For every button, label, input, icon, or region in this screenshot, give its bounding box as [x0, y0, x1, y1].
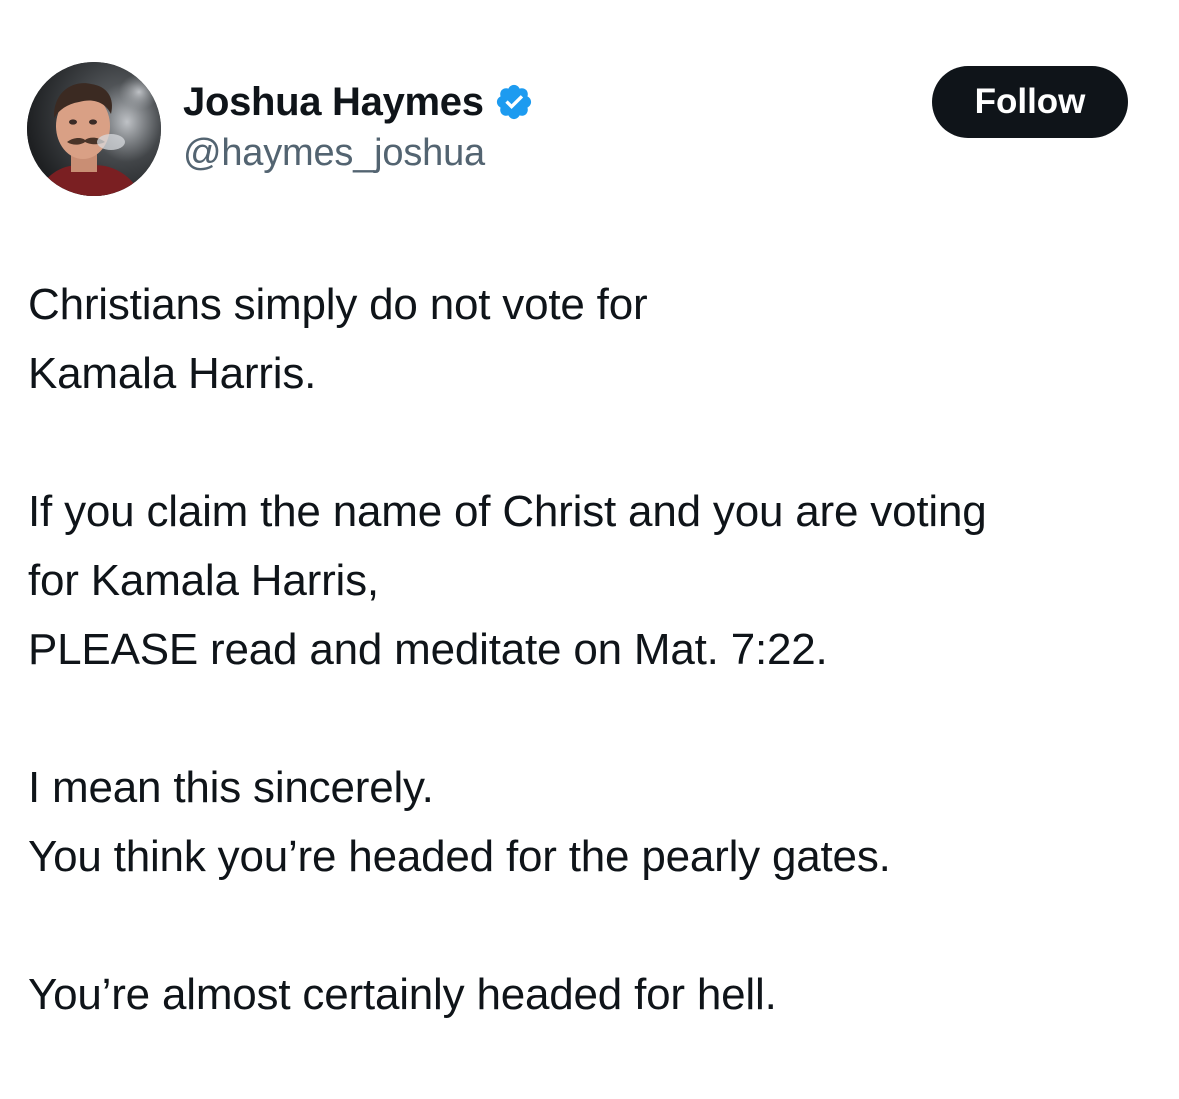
tweet-text-line: I mean this sincerely.: [28, 763, 434, 812]
author-names: Joshua Haymes @haymes_joshua: [183, 76, 534, 175]
tweet-text-line: Christians simply do not vote for: [28, 280, 648, 329]
tweet-text-line: for Kamala Harris,: [28, 556, 379, 605]
tweet-text-line: You’re almost certainly headed for hell.: [28, 970, 777, 1019]
display-name-row: Joshua Haymes: [183, 76, 534, 128]
tweet-card: Joshua Haymes @haymes_joshua Follow Chri…: [0, 0, 1179, 1099]
profile-photo: [27, 62, 161, 196]
tweet-header: Joshua Haymes @haymes_joshua Follow: [27, 62, 1137, 198]
verified-badge-icon[interactable]: [494, 82, 534, 122]
author-handle[interactable]: @haymes_joshua: [183, 132, 534, 175]
tweet-text: Christians simply do not vote for Kamala…: [28, 270, 1158, 1029]
tweet-text-line: Kamala Harris.: [28, 349, 317, 398]
display-name[interactable]: Joshua Haymes: [183, 80, 484, 125]
tweet-text-line: If you claim the name of Christ and you …: [28, 487, 987, 536]
follow-button[interactable]: Follow: [932, 66, 1128, 138]
tweet-text-line: You think you’re headed for the pearly g…: [28, 832, 891, 881]
tweet-text-line: PLEASE read and meditate on Mat. 7:22.: [28, 625, 828, 674]
avatar[interactable]: [27, 62, 161, 196]
